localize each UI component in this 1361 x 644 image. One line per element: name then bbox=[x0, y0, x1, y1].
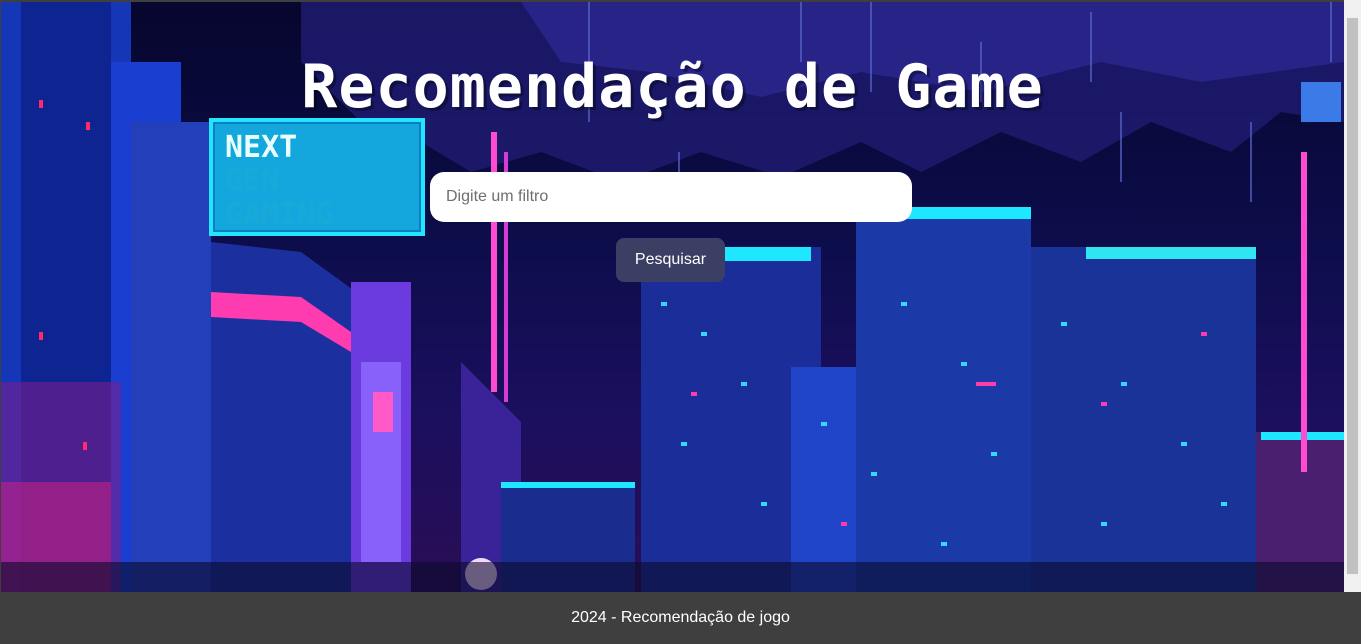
page-title: Recomendação de Game bbox=[301, 52, 1044, 122]
search-button[interactable]: Pesquisar bbox=[616, 238, 725, 282]
footer: 2024 - Recomendação de jogo bbox=[0, 592, 1361, 636]
cyberpunk-city-background: NEXT GEN GAMING Recomendação de Game Dig… bbox=[0, 0, 1361, 592]
scrollbar-thumb[interactable] bbox=[1347, 18, 1358, 574]
vertical-scrollbar[interactable] bbox=[1344, 0, 1361, 592]
footer-text: 2024 - Recomendação de jogo bbox=[571, 609, 790, 626]
billboard-gen-text: GEN bbox=[225, 163, 279, 198]
search-input[interactable] bbox=[430, 172, 912, 222]
billboard-gaming-text: GAMING bbox=[225, 197, 333, 232]
billboard-next-text: NEXT bbox=[225, 130, 297, 165]
